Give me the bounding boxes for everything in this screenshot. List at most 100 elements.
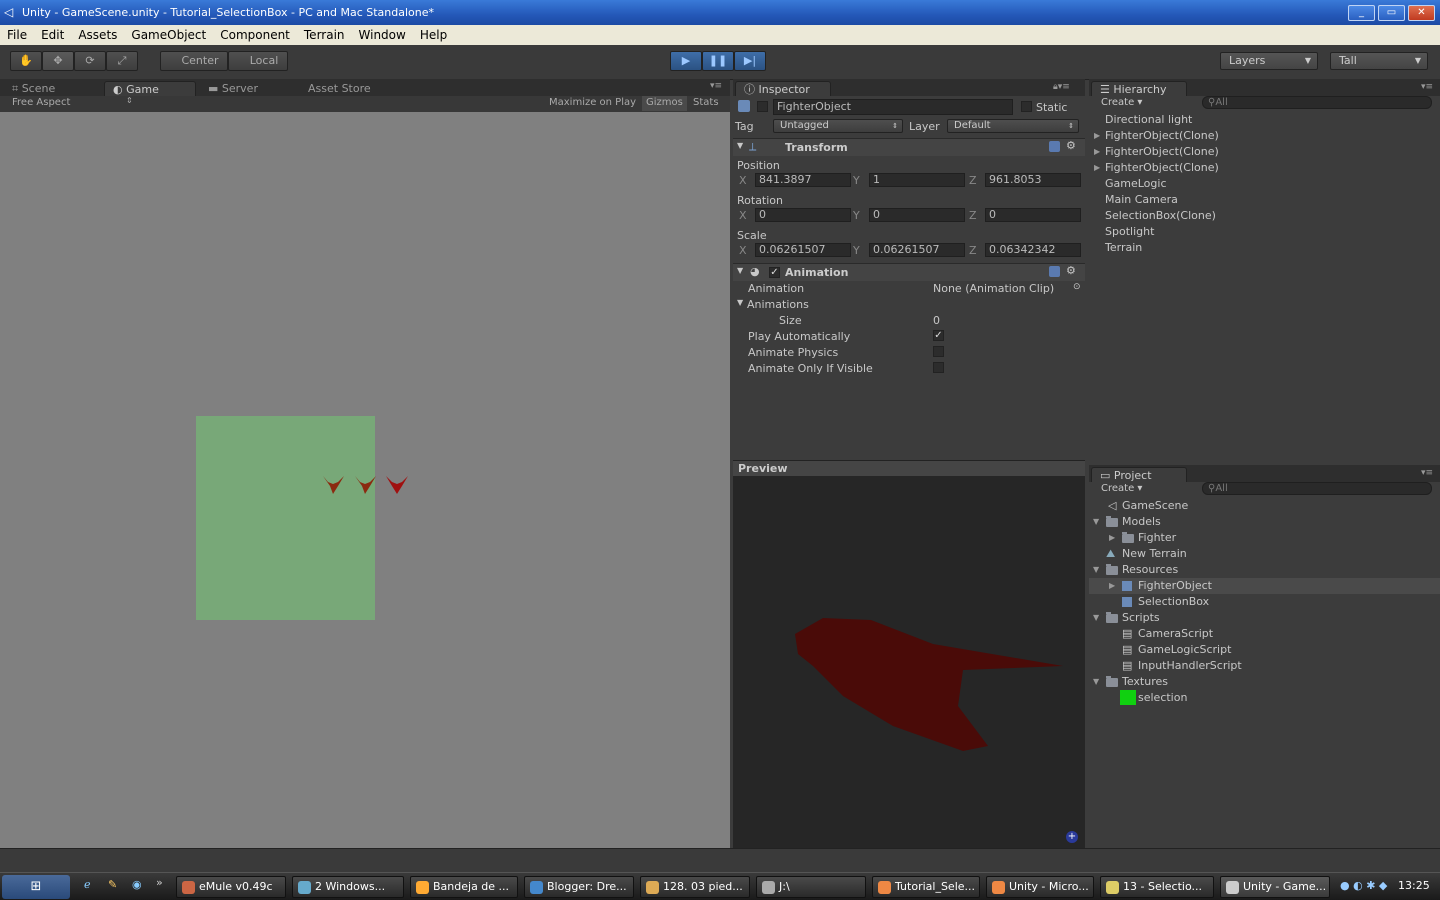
minimize-button[interactable]: _ — [1348, 5, 1375, 21]
pivot-center-button[interactable]: Center — [160, 51, 228, 71]
tab-server[interactable]: ▬ Server — [200, 81, 266, 97]
foldout-arrow-icon[interactable]: ▼ — [737, 266, 743, 275]
gear-icon[interactable]: ⚙ — [1066, 139, 1076, 152]
object-picker-icon[interactable]: ⊙ — [1073, 282, 1081, 292]
tab-project[interactable]: ▭ Project — [1091, 467, 1187, 483]
maximize-on-play-toggle[interactable]: Maximize on Play — [549, 97, 636, 108]
taskbar-item[interactable]: Blogger: Dre... — [524, 876, 634, 898]
size-field[interactable]: 0 — [933, 314, 940, 327]
expand-arrow-icon[interactable]: ▼ — [1093, 674, 1099, 690]
taskbar-item[interactable]: Tutorial_Sele... — [872, 876, 980, 898]
position-z-field[interactable]: 961.8053 — [985, 173, 1081, 187]
taskbar-item[interactable]: J:\ — [756, 876, 866, 898]
position-y-field[interactable]: 1 — [869, 173, 965, 187]
foldout-arrow-icon[interactable]: ▼ — [737, 141, 743, 150]
rotate-tool-icon[interactable]: ⟳ — [74, 51, 106, 71]
project-folder[interactable]: ▼ Scripts — [1089, 610, 1440, 626]
object-name-field[interactable]: FighterObject — [773, 99, 1013, 115]
expand-arrow-icon[interactable]: ▼ — [1093, 514, 1099, 530]
close-button[interactable]: ✕ — [1408, 5, 1435, 21]
expand-arrow-icon[interactable]: ▼ — [1093, 610, 1099, 626]
taskbar-item[interactable]: Bandeja de ... — [410, 876, 518, 898]
layout-dropdown[interactable]: Tall ▼ — [1330, 52, 1428, 70]
active-checkbox[interactable] — [757, 101, 768, 112]
help-book-icon[interactable] — [1049, 266, 1060, 277]
project-item-script[interactable]: ▤ InputHandlerScript — [1089, 658, 1440, 674]
taskbar-item[interactable]: 2 Windows... — [292, 876, 404, 898]
quicklaunch-ie-icon[interactable]: ℯ — [84, 878, 91, 891]
hierarchy-item[interactable]: ▶ FighterObject(Clone) — [1089, 128, 1440, 144]
transform-header[interactable]: ▼ ⟂ Transform ⚙ — [733, 138, 1085, 156]
move-tool-icon[interactable]: ✥ — [42, 51, 74, 71]
menu-window[interactable]: Window — [352, 28, 413, 42]
gizmos-toggle[interactable]: Gizmos — [642, 96, 687, 111]
quicklaunch-icon[interactable]: ◉ — [132, 878, 142, 891]
start-button[interactable]: ⊞ — [2, 875, 70, 899]
animate-only-if-visible-checkbox[interactable] — [933, 362, 944, 373]
tab-hierarchy[interactable]: ☰ Hierarchy — [1091, 81, 1187, 97]
expand-arrow-icon[interactable]: ▶ — [1094, 144, 1100, 160]
taskbar-item[interactable]: 128. 03 pied... — [640, 876, 750, 898]
hierarchy-create-button[interactable]: Create ▾ — [1101, 97, 1142, 108]
panel-menu-icon[interactable]: ▾≡ — [1421, 468, 1433, 478]
project-folder[interactable]: ▼ Resources — [1089, 562, 1440, 578]
project-folder[interactable]: ▶ Fighter — [1089, 530, 1440, 546]
panel-menu-icon[interactable]: ▾≡ — [710, 81, 722, 91]
step-button[interactable]: ▶| — [734, 51, 766, 71]
tab-scene[interactable]: ⌗ Scene — [4, 81, 63, 97]
animation-header[interactable]: ▼ ◕ ✓ Animation ⚙ — [733, 263, 1085, 281]
project-item-scene[interactable]: ◁ GameScene — [1089, 498, 1440, 514]
hierarchy-item[interactable]: ▶ FighterObject(Clone) — [1089, 160, 1440, 176]
preview-viewport[interactable]: + — [733, 476, 1085, 848]
tab-asset-store[interactable]: Asset Store — [300, 81, 379, 97]
hierarchy-item[interactable]: ▶ FighterObject(Clone) — [1089, 144, 1440, 160]
position-x-field[interactable]: 841.3897 — [755, 173, 851, 187]
expand-arrow-icon[interactable]: ▶ — [1094, 128, 1100, 144]
project-folder[interactable]: ▼ Models — [1089, 514, 1440, 530]
hierarchy-item[interactable]: Main Camera — [1089, 192, 1440, 208]
pause-button[interactable]: ❚❚ — [702, 51, 734, 71]
menu-assets[interactable]: Assets — [71, 28, 124, 42]
menu-edit[interactable]: Edit — [34, 28, 71, 42]
play-automatically-checkbox[interactable]: ✓ — [933, 330, 944, 341]
gear-icon[interactable]: ⚙ — [1066, 264, 1076, 277]
quicklaunch-icon[interactable]: ✎ — [108, 878, 117, 891]
preview-header[interactable]: Preview — [733, 460, 1085, 476]
hierarchy-item[interactable]: Terrain — [1089, 240, 1440, 256]
hierarchy-item[interactable]: SelectionBox(Clone) — [1089, 208, 1440, 224]
lock-icon[interactable]: 🔒︎▾≡ — [1053, 82, 1070, 92]
project-item-prefab[interactable]: SelectionBox — [1089, 594, 1440, 610]
foldout-arrow-icon[interactable]: ▼ — [737, 298, 743, 307]
tab-inspector[interactable]: ⓘ Inspector — [735, 81, 831, 97]
project-item-script[interactable]: ▤ CameraScript — [1089, 626, 1440, 642]
animate-physics-checkbox[interactable] — [933, 346, 944, 357]
project-search-input[interactable]: ⚲All — [1202, 482, 1432, 495]
menu-file[interactable]: File — [0, 28, 34, 42]
menu-gameobject[interactable]: GameObject — [124, 28, 213, 42]
hierarchy-item[interactable]: Spotlight — [1089, 224, 1440, 240]
taskbar-item[interactable]: Unity - Game... — [1220, 876, 1330, 898]
stats-toggle[interactable]: Stats — [693, 97, 719, 108]
hierarchy-item[interactable]: GameLogic — [1089, 176, 1440, 192]
project-item-script[interactable]: ▤ GameLogicScript — [1089, 642, 1440, 658]
expand-arrow-icon[interactable]: ▶ — [1109, 530, 1115, 546]
play-button[interactable]: ▶ — [670, 51, 702, 71]
menu-terrain[interactable]: Terrain — [297, 28, 352, 42]
tray-icons[interactable]: ● ◐ ✱ ◆ — [1340, 879, 1387, 892]
static-checkbox[interactable] — [1021, 101, 1032, 112]
scale-y-field[interactable]: 0.06261507 — [869, 243, 965, 257]
taskbar-item[interactable]: eMule v0.49c — [176, 876, 286, 898]
project-create-button[interactable]: Create ▾ — [1101, 483, 1142, 494]
menu-component[interactable]: Component — [213, 28, 297, 42]
scale-tool-icon[interactable]: ⤢ — [106, 51, 138, 71]
animation-clip-field[interactable]: None (Animation Clip) — [933, 282, 1054, 295]
layer-dropdown[interactable]: Default ⇕ — [947, 119, 1079, 133]
restore-button[interactable]: ▭ — [1378, 5, 1405, 21]
pivot-local-button[interactable]: Local — [228, 51, 288, 71]
rotation-y-field[interactable]: 0 — [869, 208, 965, 222]
help-book-icon[interactable] — [1049, 141, 1060, 152]
tab-game[interactable]: ◐ Game — [104, 81, 196, 97]
expand-arrow-icon[interactable]: ▶ — [1094, 160, 1100, 176]
rotation-z-field[interactable]: 0 — [985, 208, 1081, 222]
scale-z-field[interactable]: 0.06342342 — [985, 243, 1081, 257]
